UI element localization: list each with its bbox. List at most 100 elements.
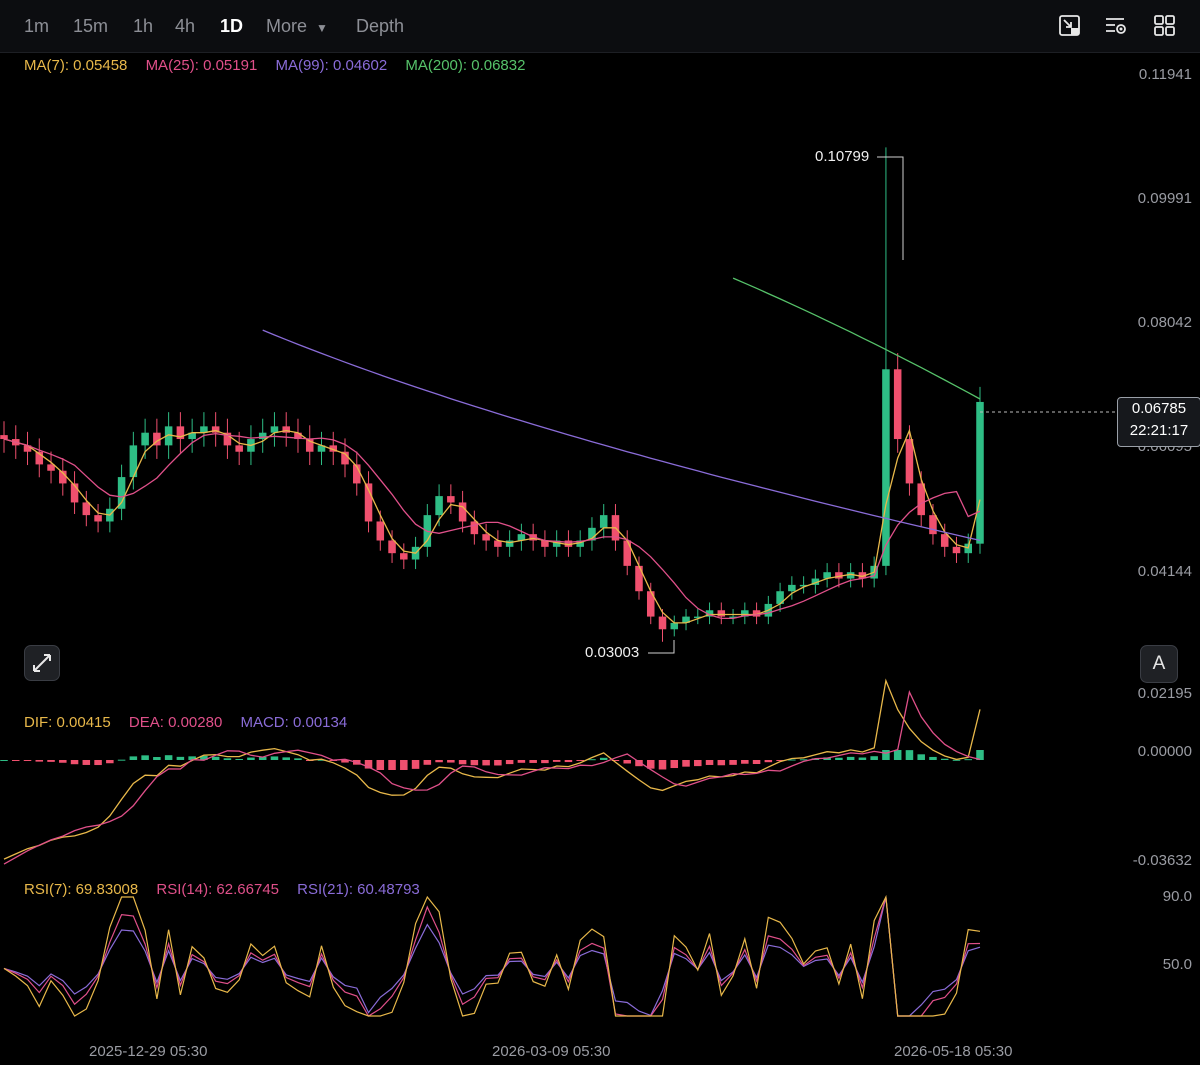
rsi-panel <box>3 894 981 1017</box>
macd-histogram-bar <box>470 760 479 766</box>
dif-line <box>3 678 981 860</box>
candle-body <box>635 565 643 592</box>
macd-histogram-bar <box>117 759 126 761</box>
macd-histogram-bar <box>270 756 279 760</box>
rsi-legend: RSI(7): 69.83008 RSI(14): 62.66745 RSI(2… <box>24 881 434 898</box>
candle-body <box>882 369 890 566</box>
ma99-legend: MA(99): 0.04602 <box>275 57 388 74</box>
macd-histogram-bar <box>400 760 408 770</box>
date-tick: 2026-05-18 05:30 <box>894 1043 1013 1060</box>
rsi-tick: 90.0 <box>1162 888 1192 905</box>
macd-histogram-bar <box>882 750 890 760</box>
ma7-legend: MA(7): 0.05458 <box>24 57 128 74</box>
candle-body <box>893 369 902 440</box>
candle-body <box>670 622 679 630</box>
date-tick: 2026-03-09 05:30 <box>492 1043 611 1060</box>
auto-scale-button[interactable]: A <box>1140 645 1178 683</box>
macd-histogram-bar <box>705 760 714 765</box>
candle-body <box>976 401 984 544</box>
macd-histogram-bar <box>0 760 8 761</box>
candle-body <box>141 432 149 446</box>
macd-histogram-bar <box>564 760 573 763</box>
dif-legend: DIF: 0.00415 <box>24 714 111 731</box>
date-tick: 2025-12-29 05:30 <box>89 1043 208 1060</box>
macd-histogram-bar <box>423 760 432 765</box>
candle-body <box>905 439 914 484</box>
macd-histogram-bar <box>964 759 973 761</box>
price-chart-canvas[interactable] <box>0 0 1200 1065</box>
rsi21-legend: RSI(21): 60.48793 <box>297 881 420 898</box>
macd-histogram-bar <box>153 757 161 760</box>
candle-body <box>388 540 396 554</box>
macd-histogram-bar <box>23 760 32 761</box>
macd-histogram-bar <box>670 760 679 769</box>
fullscreen-button[interactable] <box>24 645 60 681</box>
macd-tick: -0.03632 <box>1132 852 1192 869</box>
candle-body <box>400 553 408 560</box>
macd-histogram-bar <box>129 756 138 760</box>
candle-body <box>235 445 243 452</box>
macd-histogram-bar <box>435 760 443 763</box>
macd-histogram-bar <box>247 757 255 760</box>
macd-histogram-bar <box>835 757 843 760</box>
macd-histogram-bar <box>70 760 79 765</box>
rsi7-line <box>3 894 981 1017</box>
macd-histogram-bar <box>929 756 937 760</box>
macd-histogram-bar <box>223 758 232 760</box>
candle-body <box>788 584 796 592</box>
macd-histogram-bar <box>47 760 55 762</box>
macd-histogram-bar <box>599 757 608 760</box>
candle-body <box>82 502 91 516</box>
macd-histogram-bar <box>870 756 878 760</box>
candle-body <box>599 515 608 528</box>
macd-histogram-bar <box>494 760 502 766</box>
candle-countdown: 22:21:17 <box>1129 422 1189 439</box>
macd-histogram-bar <box>294 758 302 760</box>
rsi14-legend: RSI(14): 62.66745 <box>156 881 279 898</box>
macd-histogram-bar <box>741 760 749 764</box>
price-tick: 0.08042 <box>1137 314 1192 331</box>
macd-value-legend: MACD: 0.00134 <box>240 714 348 731</box>
macd-histogram-bar <box>905 750 914 760</box>
candle-body <box>717 610 726 617</box>
rsi14-line <box>3 896 981 1017</box>
candle-body <box>623 540 631 566</box>
candle-body <box>0 435 8 440</box>
candle-body <box>505 540 514 547</box>
rsi21-line <box>3 896 981 1017</box>
macd-histogram-bar <box>94 760 102 766</box>
dea-legend: DEA: 0.00280 <box>128 714 223 731</box>
candle-body <box>447 496 455 503</box>
candlestick-series <box>0 147 984 642</box>
current-price-label: 0.06785 22:21:17 <box>1117 397 1200 447</box>
macd-histogram-bar <box>59 760 67 763</box>
price-tick: 0.04144 <box>1137 563 1192 580</box>
ma-legend: MA(7): 0.05458 MA(25): 0.05191 MA(99): 0… <box>24 57 539 74</box>
macd-histogram-bar <box>282 757 290 760</box>
ma25-line <box>3 432 981 620</box>
current-price-value: 0.06785 <box>1131 400 1187 417</box>
macd-histogram-bar <box>893 750 902 760</box>
macd-histogram-bar <box>729 760 737 765</box>
candle-body <box>658 616 667 630</box>
macd-histogram-bar <box>552 760 561 762</box>
ma25-legend: MA(25): 0.05191 <box>145 57 258 74</box>
macd-histogram-bar <box>141 755 149 760</box>
ma7-line <box>3 428 981 624</box>
macd-histogram-bar <box>82 760 91 765</box>
candle-body <box>470 521 479 535</box>
price-tick: 0.09991 <box>1137 190 1192 207</box>
high-price-annotation: 0.10799 <box>815 148 870 165</box>
ma200-legend: MA(200): 0.06832 <box>405 57 526 74</box>
macd-panel <box>0 678 984 865</box>
macd-histogram-bar <box>682 760 690 767</box>
macd-histogram-bar <box>211 756 220 760</box>
macd-histogram-bar <box>388 760 396 770</box>
low-marker-line <box>648 640 675 654</box>
macd-histogram-bar <box>11 760 20 761</box>
macd-histogram-bar <box>658 760 667 770</box>
macd-histogram-bar <box>541 760 549 764</box>
price-tick: 0.11941 <box>1138 66 1192 83</box>
macd-histogram-bar <box>176 756 185 760</box>
candle-body <box>282 426 290 433</box>
